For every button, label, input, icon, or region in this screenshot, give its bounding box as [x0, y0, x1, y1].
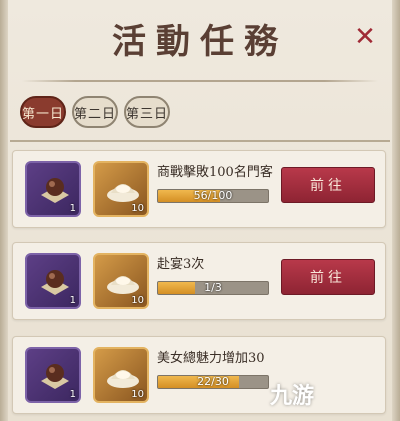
reward-count: 1: [69, 295, 76, 306]
task-card: 1 10 美女總魅力增加30 22/30: [12, 336, 386, 414]
reward-slot-silver[interactable]: 10: [93, 253, 149, 309]
go-button[interactable]: 前往: [281, 259, 375, 295]
progress-text: 56/100: [193, 189, 233, 202]
progress-bar: 1/3: [157, 281, 269, 295]
page-title: 活動任務: [112, 22, 288, 62]
task-name: 商戰擊敗100名門客: [157, 165, 273, 180]
watermark-logo: 九游: [270, 384, 315, 409]
reward-slot-item[interactable]: 1: [25, 161, 81, 217]
progress-text: 22/30: [197, 375, 229, 388]
reward-slot-silver[interactable]: 10: [93, 347, 149, 403]
tab-day-3[interactable]: 第三日: [124, 96, 170, 128]
close-icon[interactable]: ✕: [352, 24, 378, 50]
reward-slot-silver[interactable]: 10: [93, 161, 149, 217]
progress-text: 1/3: [204, 281, 222, 294]
section-divider: [10, 140, 390, 142]
task-card: 1 10 商戰擊敗100名門客 56/100 前往: [12, 150, 386, 228]
task-name: 赴宴3次: [157, 257, 205, 272]
reward-count: 1: [69, 389, 76, 400]
progress-bar: 22/30: [157, 375, 269, 389]
tab-day-2[interactable]: 第二日: [72, 96, 118, 128]
tab-day-1[interactable]: 第一日: [20, 96, 66, 128]
activity-task-panel: 活動任務 ✕ 第一日 第二日 第三日 1 10 商戰擊敗100名門客 56/10…: [0, 0, 400, 421]
reward-count: 10: [131, 389, 144, 400]
task-card: 1 10 赴宴3次 1/3 前往: [12, 242, 386, 320]
reward-count: 1: [69, 203, 76, 214]
go-button[interactable]: 前往: [281, 167, 375, 203]
reward-count: 10: [131, 295, 144, 306]
reward-count: 10: [131, 203, 144, 214]
reward-slot-item[interactable]: 1: [25, 347, 81, 403]
reward-slot-item[interactable]: 1: [25, 253, 81, 309]
title-divider: [22, 80, 378, 82]
progress-bar: 56/100: [157, 189, 269, 203]
task-name: 美女總魅力增加30: [157, 351, 265, 366]
day-tabs: 第一日 第二日 第三日: [20, 96, 170, 128]
